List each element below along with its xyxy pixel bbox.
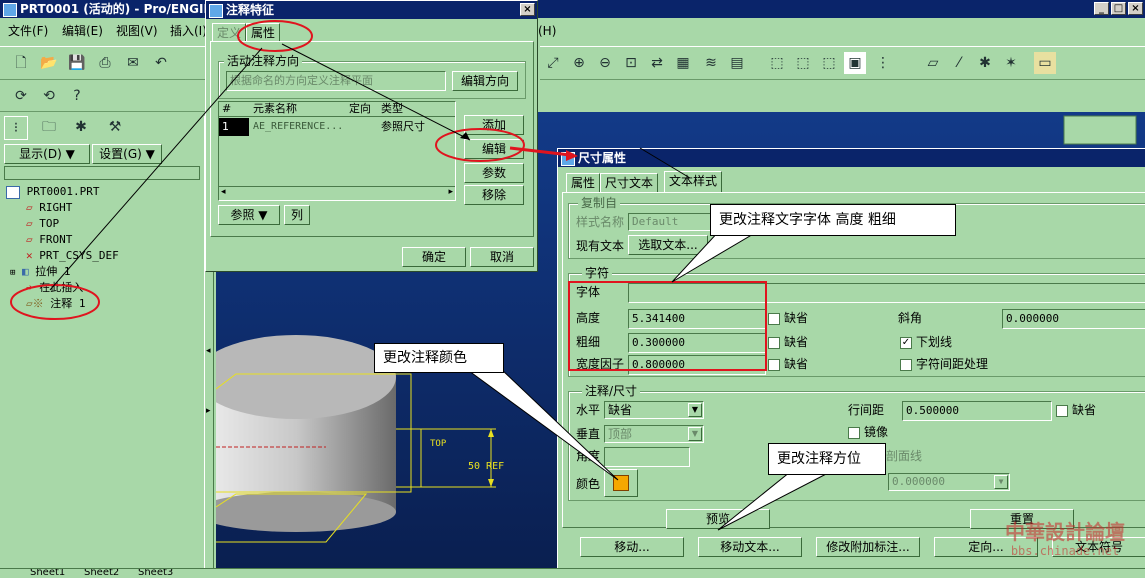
annotation-overlay: [10, 20, 831, 531]
highlight-character-box: [568, 281, 767, 371]
watermark-url: bbs.chinade.net: [1010, 544, 1120, 558]
red-arrowhead: [566, 150, 578, 161]
highlight-note-item: [10, 284, 100, 320]
callout-font: 更改注释文字字体 高度 粗细: [710, 204, 956, 236]
highlight-edit-button: [435, 128, 525, 162]
connector-tab-to-edit: [281, 43, 471, 141]
callout-position-tail: [717, 471, 831, 531]
connector-note-to-tab: [49, 47, 263, 291]
watermark: 中華設計論壇 bbs.chinade.net: [990, 520, 1140, 564]
callout-color: 更改注释颜色: [374, 343, 504, 373]
connector-to-text-style-tab: [639, 147, 691, 179]
callout-font-tail: [671, 229, 762, 283]
watermark-title: 中華設計論壇: [1005, 520, 1125, 544]
highlight-properties-tab: [237, 20, 313, 52]
callout-position: 更改注释方位: [768, 443, 886, 475]
callout-color-tail: [463, 367, 619, 481]
